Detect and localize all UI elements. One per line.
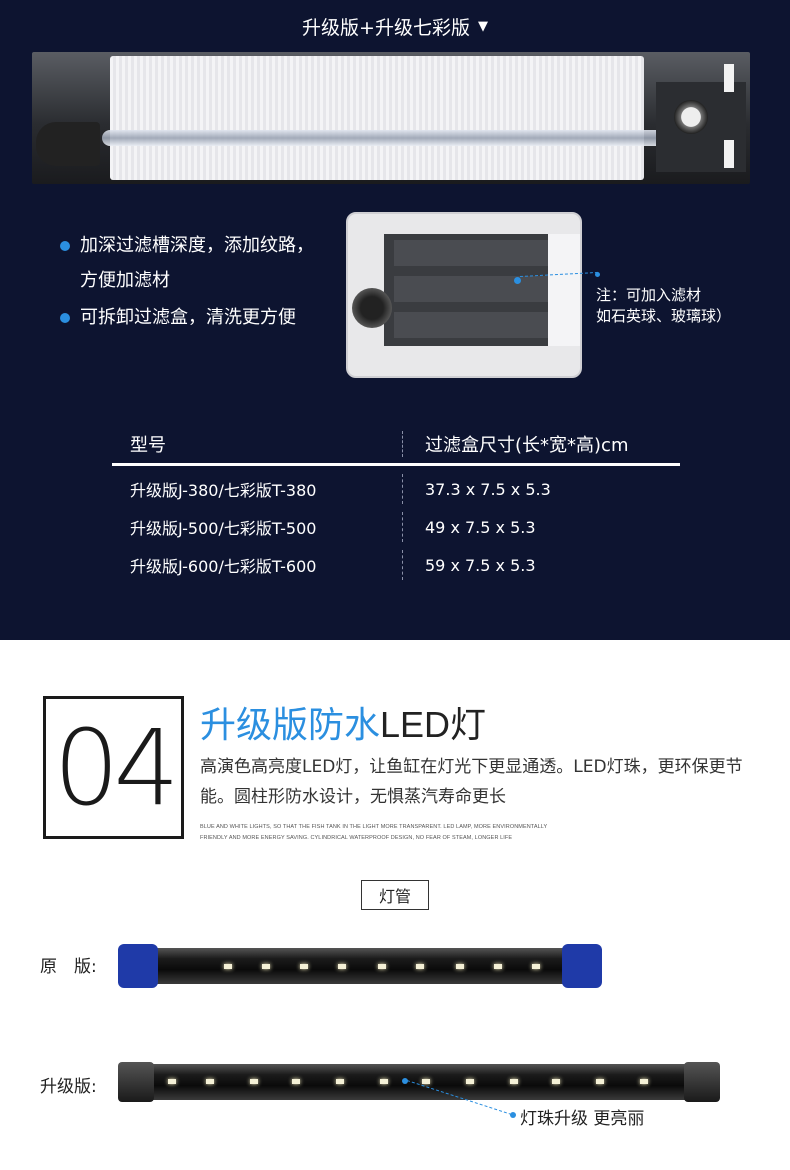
cell-model: 升级版J-380/七彩版T-380 (130, 481, 317, 500)
filter-section: 升级版+升级七彩版 ▼ 加深过滤槽深度，添加纹路，方便加滤材 可拆卸过滤盒，清洗… (0, 0, 790, 640)
section-number: 04 (53, 706, 179, 829)
title-latin: LED (380, 704, 451, 745)
section-description: 高演色高亮度LED灯，让鱼缸在灯光下更显通透。LED灯珠，更环保更节能。圆柱形防… (200, 757, 743, 807)
upgraded-label: 升级版: (40, 1077, 97, 1097)
section-number-box: 04 (43, 696, 184, 839)
header-size: 过滤盒尺寸(长*宽*高)cm (402, 430, 628, 457)
media-note: 注：可加入滤材 如石英球、玻璃球） (596, 285, 731, 327)
filter-tray-photo (32, 52, 750, 184)
cell-size: 37.3 x 7.5 x 5.3 (402, 474, 551, 504)
fine-print: BLUE AND WHITE LIGHTS, SO THAT THE FISH … (200, 824, 548, 841)
callout-dot (510, 1112, 516, 1118)
original-label: 原 版: (40, 957, 97, 977)
cell-size: 59 x 7.5 x 5.3 (402, 550, 536, 580)
note-line-1: 注：可加入滤材 (596, 286, 702, 304)
spec-table-header: 型号 过滤盒尺寸(长*宽*高)cm (112, 424, 680, 466)
cell-model: 升级版J-500/七彩版T-500 (130, 519, 317, 538)
feature-item: 加深过滤槽深度，添加纹路，方便加滤材 (58, 228, 328, 298)
title-end: 灯 (450, 704, 487, 745)
title-cn: 升级版防水 (200, 705, 381, 746)
bead-callout: 灯珠升级 更亮丽 (520, 1109, 645, 1129)
spec-table: 型号 过滤盒尺寸(长*宽*高)cm 升级版J-380/七彩版T-380 37.3… (112, 424, 680, 584)
callout-dot (514, 277, 521, 284)
variant-label: 升级版+升级七彩版 (302, 16, 470, 39)
note-line-2: 如石英球、玻璃球） (596, 307, 732, 325)
variant-selector[interactable]: 升级版+升级七彩版 ▼ (0, 0, 790, 52)
feature-list: 加深过滤槽深度，添加纹路，方便加滤材 可拆卸过滤盒，清洗更方便 (58, 228, 328, 335)
table-row: 升级版J-600/七彩版T-600 59 x 7.5 x 5.3 (112, 546, 680, 584)
feature-item: 可拆卸过滤盒，清洗更方便 (58, 300, 328, 335)
cell-model: 升级版J-600/七彩版T-600 (130, 557, 317, 576)
table-row: 升级版J-380/七彩版T-380 37.3 x 7.5 x 5.3 (112, 470, 680, 508)
tube-tag: 灯管 (361, 880, 429, 910)
section-title: 升级版防水LED灯 (200, 696, 486, 748)
cell-size: 49 x 7.5 x 5.3 (402, 512, 536, 542)
table-row: 升级版J-500/七彩版T-500 49 x 7.5 x 5.3 (112, 508, 680, 546)
callout-dot (595, 272, 600, 277)
chevron-down-icon: ▼ (477, 18, 488, 34)
header-model: 型号 (130, 434, 166, 456)
filter-box-inset-photo (346, 212, 582, 378)
